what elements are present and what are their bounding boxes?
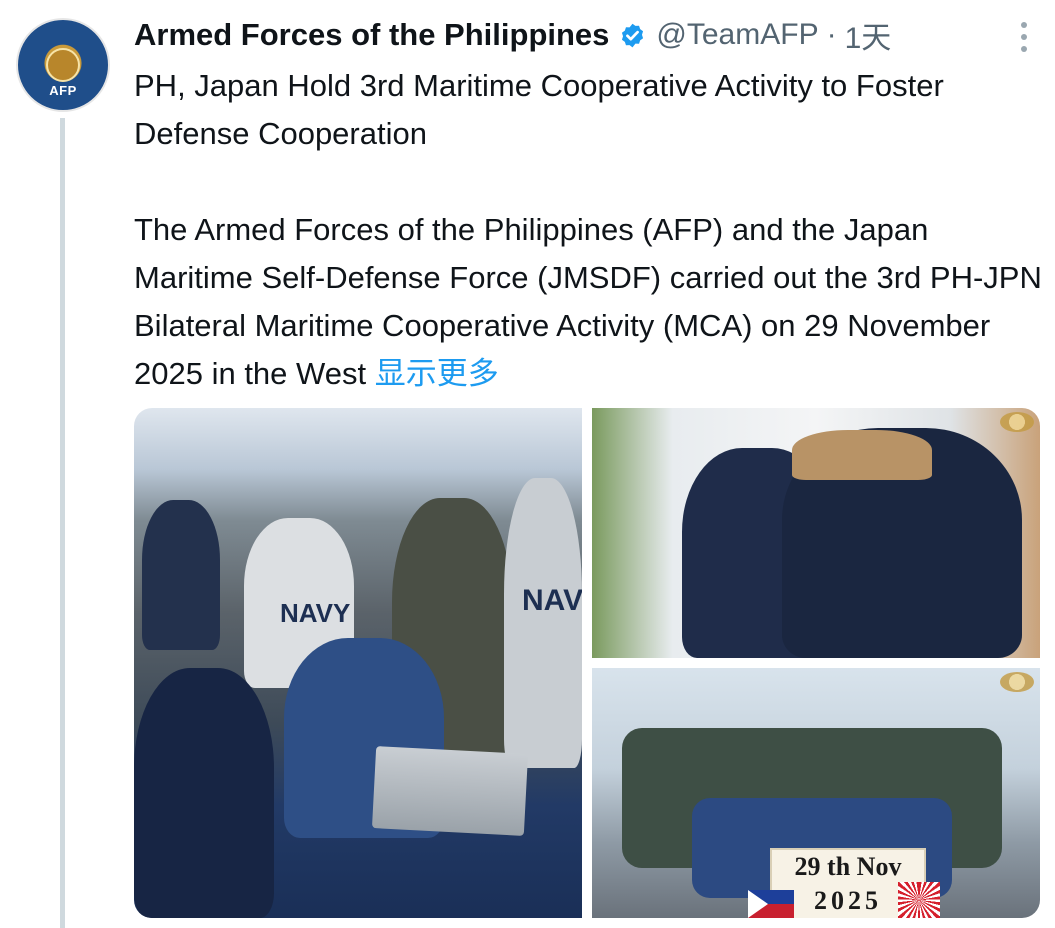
tweet-body-text: The Armed Forces of the Philippines (AFP… bbox=[134, 212, 1042, 391]
media-grid: NAVY NAVY 29 th Nov 2025 bbox=[134, 408, 1040, 918]
afp-logo-watermark bbox=[1000, 672, 1034, 692]
avatar[interactable]: AFP bbox=[16, 18, 110, 112]
tweet-title: PH, Japan Hold 3rd Maritime Cooperative … bbox=[134, 68, 944, 151]
navy-shirt-text: NAVY bbox=[280, 598, 351, 628]
photo-crew-with-laptop[interactable]: NAVY NAVY bbox=[134, 408, 582, 918]
timestamp[interactable]: 1天 bbox=[845, 13, 892, 57]
afp-logo-watermark bbox=[1000, 412, 1034, 432]
figure bbox=[134, 668, 274, 918]
date-sign-line1: 29 th Nov bbox=[794, 852, 902, 881]
tweet-body: The Armed Forces of the Philippines (AFP… bbox=[134, 206, 1044, 398]
afp-emblem-icon bbox=[46, 48, 80, 82]
photo-group-on-deck[interactable]: 29 th Nov 2025 bbox=[592, 668, 1040, 918]
verified-badge-icon bbox=[622, 23, 644, 47]
philippine-flag-icon bbox=[748, 890, 794, 918]
author-handle[interactable]: @TeamAFP bbox=[656, 18, 818, 52]
figure bbox=[142, 500, 220, 650]
japanese-naval-flag-icon bbox=[898, 882, 940, 918]
tweet-header: Armed Forces of the Philippines @TeamAFP… bbox=[134, 14, 891, 56]
figure bbox=[792, 430, 932, 480]
photo-radio-operators[interactable] bbox=[592, 408, 1040, 658]
show-more-link[interactable]: 显示更多 bbox=[375, 356, 499, 391]
thread-line bbox=[60, 118, 65, 928]
laptop bbox=[371, 746, 529, 836]
tweet-text: PH, Japan Hold 3rd Maritime Cooperative … bbox=[134, 62, 1044, 398]
author-name[interactable]: Armed Forces of the Philippines bbox=[134, 17, 609, 53]
navy-shirt-text: NAVY bbox=[522, 584, 582, 617]
avatar-text: AFP bbox=[49, 83, 77, 98]
separator-dot: · bbox=[826, 18, 837, 51]
more-vertical-icon[interactable] bbox=[1019, 22, 1029, 52]
figure bbox=[504, 478, 582, 768]
